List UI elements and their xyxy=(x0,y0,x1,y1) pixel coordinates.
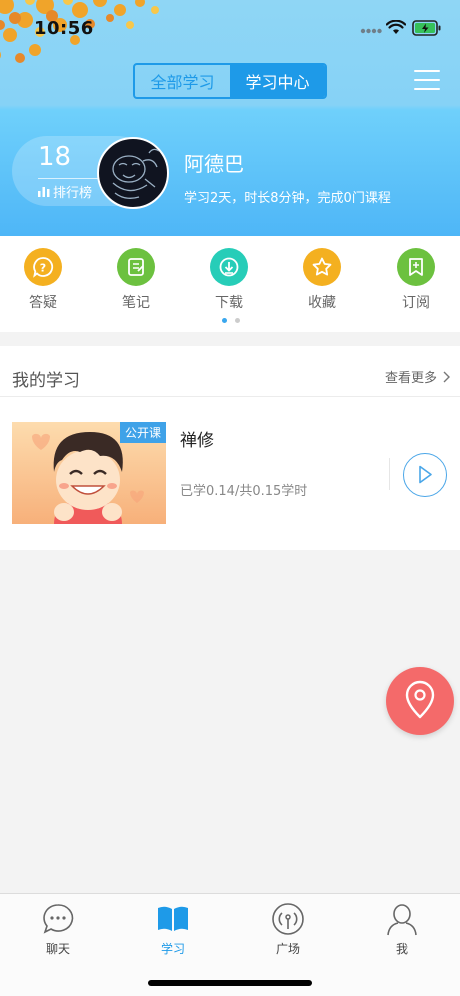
page-dot-active xyxy=(222,318,227,323)
status-bar: 10:56 xyxy=(0,0,460,56)
action-favorites[interactable]: 收藏 xyxy=(292,248,352,312)
action-subscribe[interactable]: 订阅 xyxy=(386,248,446,312)
tab-label: 广场 xyxy=(275,942,300,956)
avatar[interactable] xyxy=(97,137,169,209)
section-title: 我的学习 xyxy=(12,371,80,391)
broadcast-icon xyxy=(272,903,304,935)
avatar-image xyxy=(112,148,160,199)
rank-label-row: 排行榜 xyxy=(38,182,92,201)
location-pin-icon xyxy=(405,680,435,719)
segment-learning-center[interactable]: 学习中心 xyxy=(230,65,325,97)
signal-icon xyxy=(360,28,382,34)
view-more-label: 查看更多 xyxy=(385,371,438,386)
chat-icon xyxy=(43,904,74,934)
home-indicator xyxy=(148,980,312,986)
learning-segment-control: 全部学习 学习中心 xyxy=(133,63,327,99)
battery-icon xyxy=(412,20,441,36)
tab-label: 聊天 xyxy=(45,942,70,956)
play-button[interactable] xyxy=(403,453,447,497)
action-notes[interactable]: 笔记 xyxy=(106,248,166,312)
rank-divider xyxy=(38,178,106,179)
play-icon xyxy=(419,465,432,484)
tab-learning[interactable]: 学习 xyxy=(143,902,203,957)
location-fab-button[interactable] xyxy=(386,667,454,735)
tab-me[interactable]: 我 xyxy=(372,902,432,957)
tab-label: 学习 xyxy=(160,942,185,956)
user-name: 阿德巴 xyxy=(184,152,244,176)
bar-chart-icon xyxy=(38,187,50,197)
chevron-right-icon xyxy=(443,371,451,382)
course-progress: 已学0.14/共0.15学时 xyxy=(180,484,308,499)
action-download[interactable]: 下载 xyxy=(199,248,259,312)
user-stats: 学习2天，时长8分钟，完成0门课程 xyxy=(184,191,391,206)
action-label: 笔记 xyxy=(122,295,150,311)
action-qa[interactable]: ? 答疑 xyxy=(13,248,73,312)
view-more-link[interactable]: 查看更多 xyxy=(385,367,451,386)
course-thumbnail[interactable]: 公开课 xyxy=(12,422,166,524)
course-name[interactable]: 禅修 xyxy=(180,426,214,451)
person-icon xyxy=(387,904,417,936)
menu-icon[interactable] xyxy=(414,68,440,92)
book-icon xyxy=(158,906,188,931)
header: 10:56 全部学习 学习中心 18 排行榜 阿德巴 学习2天，时长8分钟，完成… xyxy=(0,0,460,236)
subscribe-icon xyxy=(397,248,435,286)
tab-chat[interactable]: 聊天 xyxy=(28,902,88,957)
rank-label: 排行榜 xyxy=(53,186,93,201)
status-time: 10:56 xyxy=(34,18,94,39)
notebook-icon xyxy=(117,248,155,286)
question-bubble-icon: ? xyxy=(24,248,62,286)
download-icon xyxy=(210,248,248,286)
page-indicator xyxy=(222,318,240,323)
action-label: 收藏 xyxy=(308,295,336,311)
my-learning-section: 我的学习 查看更多 公开课 禅修 已学0.14/共0.15学时 xyxy=(0,346,460,550)
section-divider xyxy=(0,396,460,397)
rank-number: 18 xyxy=(38,142,72,172)
play-divider xyxy=(389,458,390,490)
svg-text:?: ? xyxy=(40,262,46,275)
action-label: 订阅 xyxy=(402,295,430,311)
star-icon xyxy=(303,248,341,286)
segment-all-learning[interactable]: 全部学习 xyxy=(135,65,230,97)
course-tag: 公开课 xyxy=(119,422,166,443)
wifi-icon xyxy=(386,20,406,34)
tab-label: 我 xyxy=(395,942,408,956)
quick-actions: ? 答疑 笔记 下载 收藏 订阅 xyxy=(0,236,460,332)
action-label: 下载 xyxy=(215,295,243,311)
page-dot xyxy=(235,318,240,323)
action-label: 答疑 xyxy=(29,295,57,311)
tab-square[interactable]: 广场 xyxy=(258,902,318,957)
